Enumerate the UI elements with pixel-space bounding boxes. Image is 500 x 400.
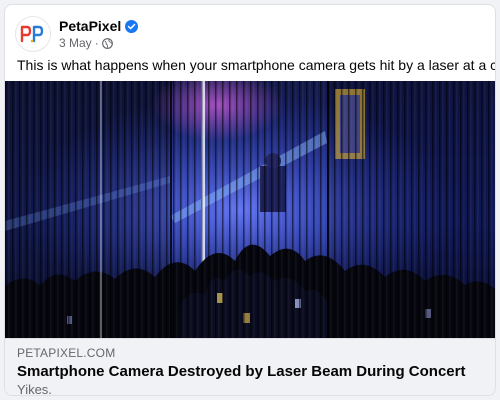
post-date[interactable]: 3 May: [59, 36, 92, 50]
post-card: PetaPixel 3 May · This is what happens w…: [4, 4, 496, 396]
post-header: PetaPixel 3 May ·: [15, 14, 139, 54]
link-description: Yikes.: [17, 382, 52, 396]
page-name[interactable]: PetaPixel: [59, 18, 121, 34]
globe-icon: [101, 37, 113, 49]
concert-image: [5, 81, 495, 338]
post-image[interactable]: [5, 81, 495, 338]
post-meta: PetaPixel 3 May ·: [59, 18, 139, 50]
name-row: PetaPixel: [59, 18, 139, 34]
page-avatar[interactable]: [15, 16, 51, 52]
post-caption: This is what happens when your smartphon…: [17, 57, 496, 73]
post-subline: 3 May ·: [59, 36, 138, 50]
verified-badge-icon: [125, 19, 139, 33]
separator-dot: ·: [94, 36, 99, 50]
link-domain: PETAPIXEL.COM: [17, 346, 116, 360]
petapixel-logo-icon: [20, 25, 44, 43]
link-title[interactable]: Smartphone Camera Destroyed by Laser Bea…: [17, 363, 483, 380]
link-preview[interactable]: PETAPIXEL.COM Smartphone Camera Destroye…: [5, 338, 495, 396]
